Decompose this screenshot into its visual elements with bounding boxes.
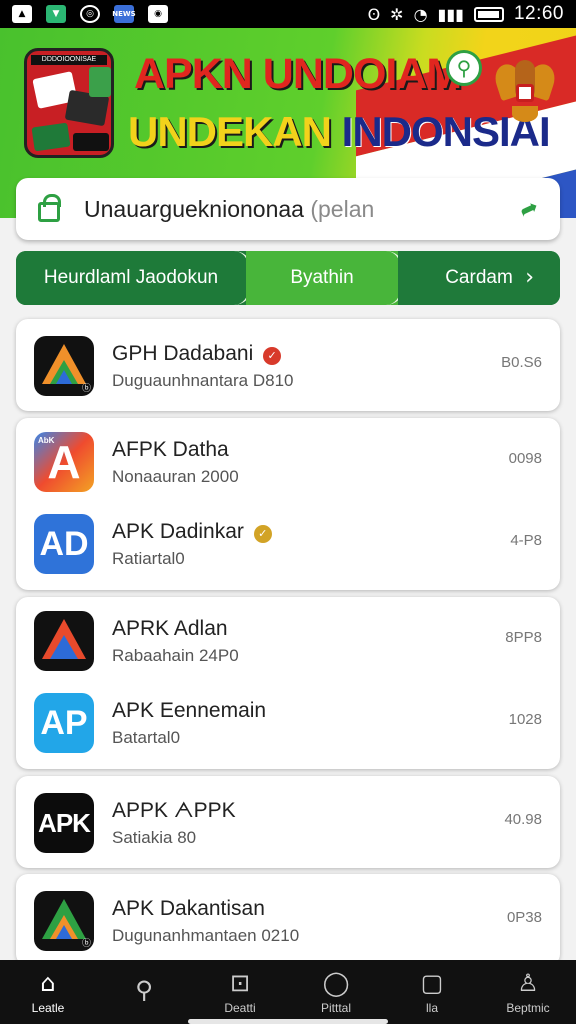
nav-label: lla	[425, 1001, 438, 1015]
verified-badge-icon: ✓	[263, 347, 282, 365]
bottom-navigation: ⌂ Leatle ⚲ ⊡ Deatti ◯ Pitttal ▢ lla ♙ Be…	[0, 960, 576, 1024]
search-icon: ⚲	[135, 976, 153, 1004]
verified-badge-icon: ✓	[253, 525, 272, 543]
tab-selected[interactable]: Byathin	[246, 251, 404, 305]
ad-logo-icon: AD	[34, 514, 94, 574]
app-title: GPH Dadabani ✓	[112, 342, 282, 366]
triangle-logo-icon: ⓑ	[34, 891, 94, 951]
square-icon: ▢	[420, 969, 444, 997]
nav-label: Leatle	[31, 1001, 65, 1015]
app-list-item[interactable]: ⓑ APK Dakantisan Dugunanhmantaen 0210 0P…	[16, 879, 560, 961]
app-size: 0P38	[506, 909, 542, 926]
battery-icon	[473, 6, 504, 22]
home-icon: ⌂	[40, 969, 56, 997]
profile-icon: ♙	[517, 969, 539, 997]
banner-title-line2-part1: UNDEKAN	[128, 108, 342, 155]
triangle-logo-icon	[34, 611, 94, 671]
circle-icon: ◯	[322, 969, 350, 997]
app-title: APPK ᗅPPK	[112, 799, 236, 822]
app-subtitle: Batartal0	[112, 728, 181, 747]
lock-icon	[38, 194, 61, 222]
banner-title-line2: UNDEKAN INDONSIAI	[128, 108, 551, 156]
app-title: APK Dadinkar ✓	[112, 520, 272, 544]
wifi-icon: ◔	[413, 4, 428, 24]
app-card: ⓑ APK Dakantisan Dugunanhmantaen 0210 0P…	[16, 874, 560, 966]
app-subtitle: Dugunanhmantaen 0210	[112, 926, 300, 945]
app-list-item[interactable]: AP APK Eennemain Batartal0 1028	[16, 681, 560, 763]
app-size: 0098	[508, 450, 542, 467]
app-list-item[interactable]: APRK Adlan Rabaahain 24P0 8PP8	[16, 599, 560, 681]
app-list-item[interactable]: ⓑ GPH Dadabani ✓ Duguaunhnantara D810 B0…	[16, 324, 560, 406]
search-placeholder: (pelan	[310, 195, 375, 222]
letter-a-icon: AbK A	[34, 432, 94, 492]
app-list-item[interactable]: AD APK Dadinkar ✓ Ratiartal0 4-P8	[16, 502, 560, 584]
category-tabs: Heurdlaml Jaodokun Byathin Cardam ›	[16, 251, 560, 305]
tab-categories[interactable]: Cardam ›	[398, 251, 560, 305]
status-bar: ▲ ▼ ◎ NEWS ◉ ʘ ✲ ◔ ▮▮▮ 12:60	[0, 0, 576, 28]
nav-search[interactable]: ⚲	[96, 960, 192, 1024]
ap-logo-icon: AP	[34, 693, 94, 753]
app-subtitle: Duguaunhnantara D810	[112, 371, 294, 390]
search-bar[interactable]: Unauarguekniononaa (pelan ➦	[16, 178, 560, 240]
app-subtitle: Rabaahain 24P0	[112, 646, 239, 665]
app-card: AbK A AFPK Datha Nonaauran 2000 0098 AD …	[16, 418, 560, 590]
search-input[interactable]: Unauarguekniononaa (pelan	[84, 196, 374, 223]
apk-logo-icon: APK	[34, 793, 94, 853]
app-card: APK APPK ᗅPPK Satiakia 80 40.98	[16, 776, 560, 868]
app-title: APK Dakantisan	[112, 897, 265, 920]
mountain-icon: ▲	[12, 5, 32, 23]
app-size: 8PP8	[505, 629, 542, 646]
app-subtitle: Nonaauran 2000	[112, 467, 239, 486]
share-icon[interactable]: ➦	[515, 194, 542, 224]
app-list-item[interactable]: AbK A AFPK Datha Nonaauran 2000 0098	[16, 420, 560, 502]
nav-profile[interactable]: ♙ Beptmic	[480, 960, 576, 1024]
nav-home[interactable]: ⌂ Leatle	[0, 960, 96, 1024]
download-icon: ▼	[46, 5, 66, 23]
signal-icon: ▮▮▮	[437, 4, 464, 24]
tab-label: Cardam	[445, 267, 513, 288]
alarm-icon: ʘ	[367, 4, 381, 24]
app-size: 40.98	[504, 811, 542, 828]
status-left-icons: ▲ ▼ ◎ NEWS ◉	[12, 5, 168, 23]
chevron-right-icon: ›	[525, 265, 534, 290]
app-subtitle: Satiakia 80	[112, 828, 197, 847]
app-size: 4-P8	[510, 532, 542, 549]
news-icon: NEWS	[112, 5, 136, 23]
vibrate-icon: ✲	[390, 4, 404, 24]
status-time: 12:60	[513, 3, 564, 24]
nav-circle[interactable]: ◯ Pitttal	[288, 960, 384, 1024]
garuda-emblem-icon	[491, 50, 559, 130]
app-subtitle: Ratiartal0	[112, 549, 185, 568]
nav-label: Deatti	[224, 1001, 256, 1015]
nav-label: Beptmic	[506, 1001, 550, 1015]
camera-icon: ◉	[148, 5, 168, 23]
triangle-logo-icon: ⓑ	[34, 336, 94, 396]
app-title: AFPK Datha	[112, 438, 229, 461]
app-title: APRK Adlan	[112, 617, 228, 640]
bag-icon: ⊡	[229, 969, 251, 997]
banner-title-line1: APKN UNDOIAM	[134, 50, 462, 98]
search-value: Unauarguekniononaa	[84, 195, 304, 222]
app-logo-caption: DDDOIOONISAE	[31, 55, 107, 65]
app-size: B0.S6	[501, 354, 542, 371]
app-logo[interactable]: DDDOIOONISAE	[24, 48, 114, 158]
app-size: 1028	[508, 711, 542, 728]
nav-details[interactable]: ⊡ Deatti	[192, 960, 288, 1024]
home-indicator[interactable]	[188, 1019, 388, 1024]
app-title: APK Eennemain	[112, 699, 267, 722]
app-card: APRK Adlan Rabaahain 24P0 8PP8 AP APK Ee…	[16, 597, 560, 769]
tab-featured[interactable]: Heurdlaml Jaodokun	[16, 251, 252, 305]
nav-label: Pitttal	[320, 1001, 351, 1015]
nav-square[interactable]: ▢ lla	[384, 960, 480, 1024]
search-icon[interactable]: ⚲	[446, 50, 482, 86]
status-right: ʘ ✲ ◔ ▮▮▮ 12:60	[368, 3, 564, 25]
app-card: ⓑ GPH Dadabani ✓ Duguaunhnantara D810 B0…	[16, 319, 560, 411]
circle-status-icon: ◎	[80, 5, 100, 23]
tab-label: Byathin	[290, 267, 354, 288]
app-list-item[interactable]: APK APPK ᗅPPK Satiakia 80 40.98	[16, 781, 560, 863]
tab-label: Heurdlaml Jaodokun	[43, 267, 219, 288]
